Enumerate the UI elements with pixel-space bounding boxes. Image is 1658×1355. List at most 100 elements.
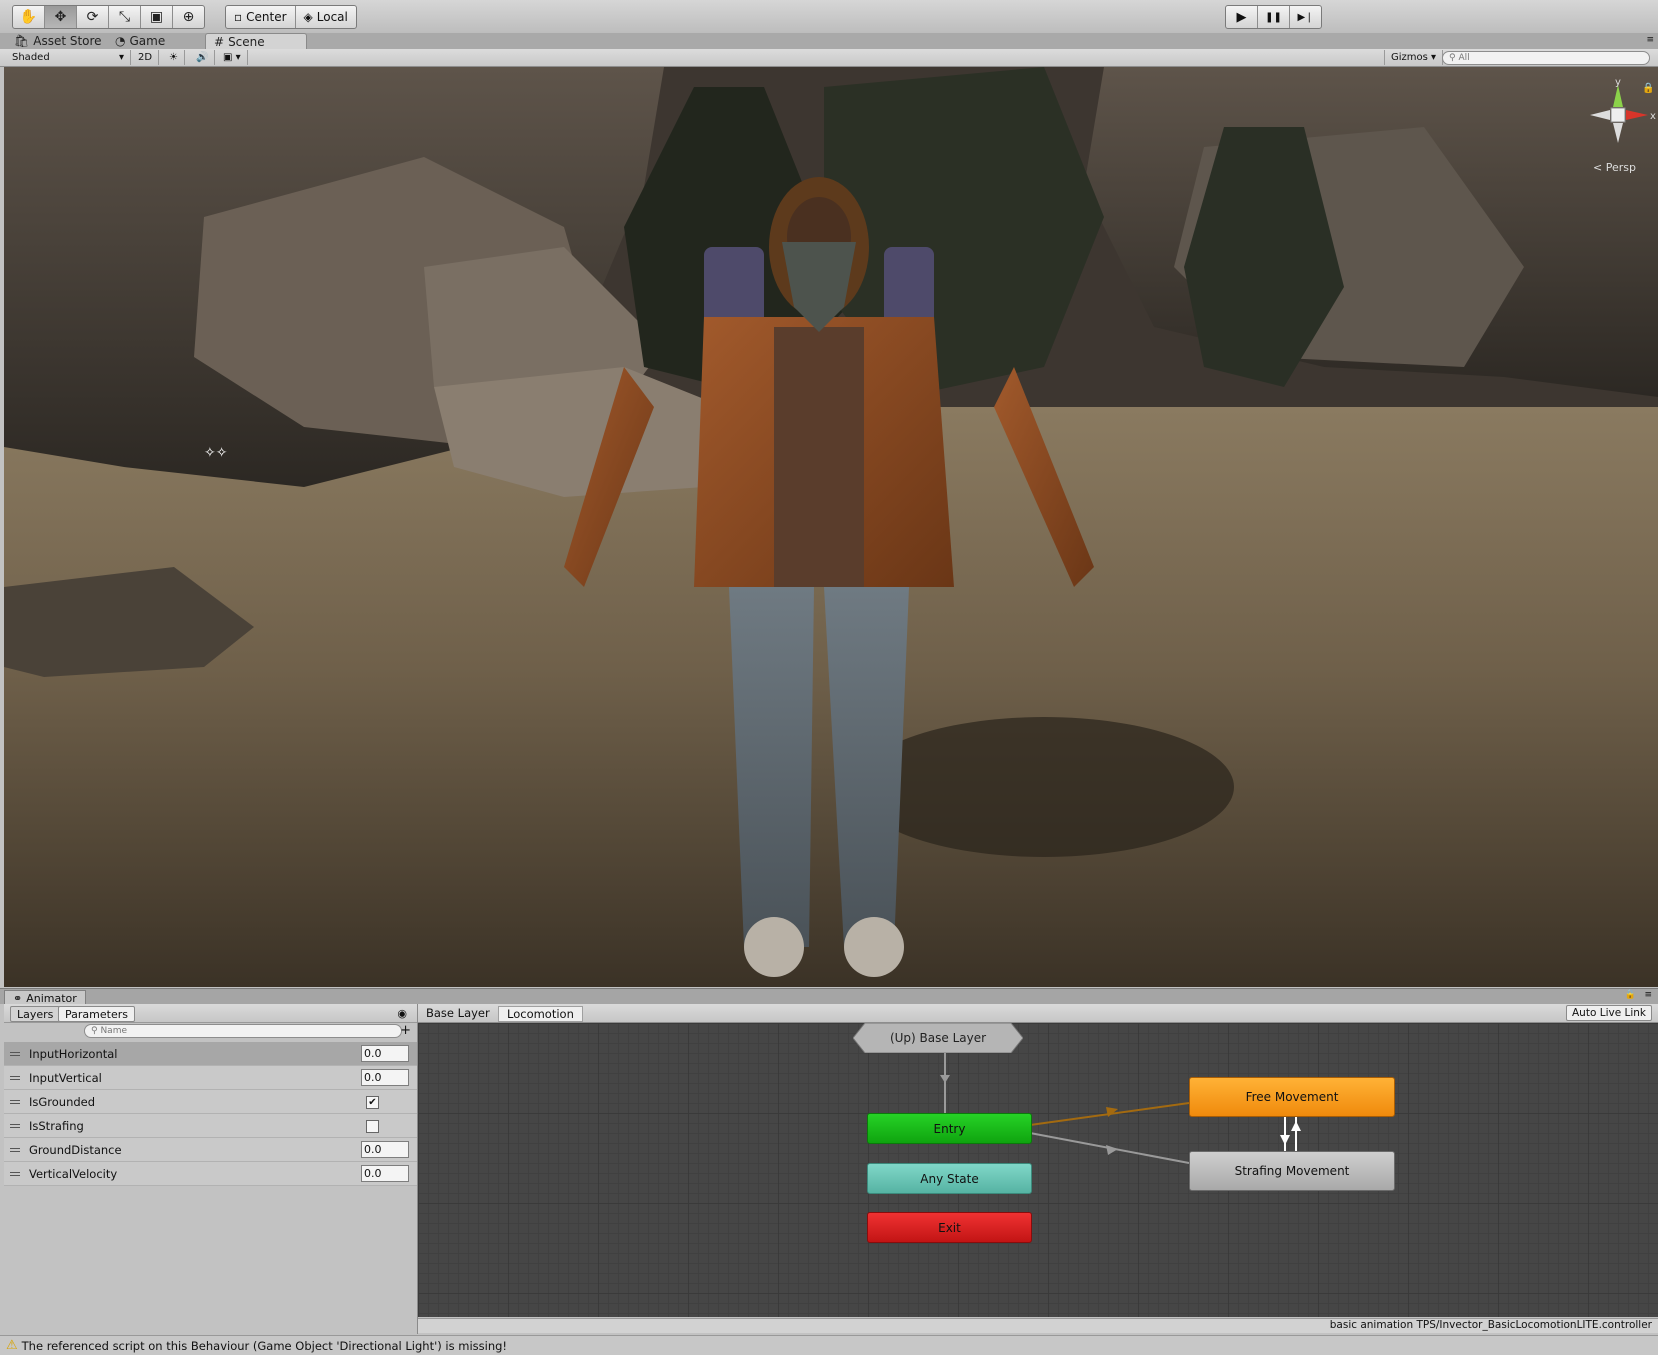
search-placeholder: Name — [100, 1026, 128, 1036]
tab-scene-label: Scene — [228, 34, 265, 49]
node-up-base-layer[interactable]: (Up) Base Layer — [853, 1023, 1023, 1053]
pivot-local-button[interactable]: ◈ Local — [296, 6, 356, 28]
drag-handle-icon[interactable] — [10, 1147, 20, 1152]
gizmos-dropdown[interactable]: Gizmos ▾ — [1384, 50, 1444, 65]
shading-mode-label: Shaded — [12, 52, 50, 63]
search-icon: ⚲ — [1449, 53, 1459, 63]
hand-tool-icon[interactable]: ✋ — [13, 6, 45, 28]
parameter-row[interactable]: VerticalVelocity 0.0 — [4, 1162, 417, 1186]
pivot-center-icon: ▫ — [234, 10, 243, 24]
pause-button[interactable]: ❚❚ — [1258, 6, 1290, 28]
eye-icon[interactable]: ◉ — [397, 1007, 407, 1020]
node-up-label: (Up) Base Layer — [889, 1031, 987, 1045]
parameter-name: IsGrounded — [29, 1094, 96, 1109]
gizmos-label: Gizmos — [1391, 52, 1428, 63]
search-icon: ⚲ — [91, 1026, 101, 1036]
parameter-row[interactable]: IsGrounded ✔ — [4, 1090, 417, 1114]
search-placeholder: All — [1458, 53, 1470, 63]
drag-handle-icon[interactable] — [10, 1099, 20, 1104]
parameter-name: VerticalVelocity — [29, 1166, 118, 1181]
mode-2d-toggle[interactable]: 2D — [132, 50, 160, 65]
status-bar[interactable]: ⚠ The referenced script on this Behaviou… — [0, 1335, 1658, 1355]
tab-asset-store[interactable]: 🛍 Asset Store — [6, 33, 110, 49]
transform-tools: ✋ ✥ ⟳ ⤡ ▣ ⊕ — [12, 5, 205, 29]
tab-layers[interactable]: Layers — [10, 1006, 61, 1022]
state-machine-graph[interactable]: (Up) Base Layer Entry Any State Exit Fre… — [418, 1023, 1658, 1317]
pivot-toggles: ▫ Center ◈ Local — [225, 5, 357, 29]
lighting-toggle-icon[interactable]: ☀ — [163, 50, 185, 65]
lock-icon: 🔒 — [1642, 82, 1654, 94]
scene-toolbar: Shaded ▾ 2D ☀ 🔊 ▣ ▾ Gizmos ▾ ⚲ All — [0, 49, 1658, 67]
breadcrumb-base-layer[interactable]: Base Layer — [418, 1006, 498, 1020]
pivot-local-label: Local — [316, 10, 348, 24]
grid-icon: # — [214, 34, 225, 49]
node-exit[interactable]: Exit — [867, 1212, 1032, 1243]
scale-tool-icon[interactable]: ⤡ — [109, 6, 141, 28]
play-controls: ▶ ❚❚ ▶❘ — [1225, 5, 1322, 29]
shading-mode-dropdown[interactable]: Shaded ▾ — [6, 50, 131, 65]
auto-live-link-toggle[interactable]: Auto Live Link — [1566, 1005, 1652, 1021]
dropdown-arrow-icon: ▾ — [1427, 52, 1437, 63]
parameter-value-field[interactable]: 0.0 — [361, 1141, 409, 1158]
node-free-movement[interactable]: Free Movement — [1189, 1077, 1395, 1117]
warning-icon: ⚠ — [6, 1338, 18, 1353]
tab-menu-icon[interactable]: ≡ — [1646, 35, 1654, 45]
drag-handle-icon[interactable] — [10, 1171, 20, 1176]
directional-light-gizmo: ✧✧ — [204, 445, 228, 461]
pivot-center-button[interactable]: ▫ Center — [226, 6, 296, 28]
parameter-checkbox[interactable] — [366, 1120, 379, 1133]
tab-game[interactable]: ◔ Game — [107, 33, 173, 49]
drag-handle-icon[interactable] — [10, 1123, 20, 1128]
audio-toggle-icon[interactable]: 🔊 — [190, 50, 216, 65]
drag-handle-icon[interactable] — [10, 1075, 20, 1080]
drag-handle-icon[interactable] — [10, 1051, 20, 1056]
lock-icon[interactable]: 🔒 — [1625, 990, 1636, 1000]
parameters-panel: Layers Parameters ◉ ⚲ Name + InputHorizo… — [4, 1004, 418, 1334]
parameter-row[interactable]: GroundDistance 0.0 — [4, 1138, 417, 1162]
step-button[interactable]: ▶❘ — [1290, 6, 1321, 28]
scene-search-input[interactable]: ⚲ All — [1442, 51, 1650, 65]
transform-tool-icon[interactable]: ⊕ — [173, 6, 204, 28]
rect-tool-icon[interactable]: ▣ — [141, 6, 173, 28]
axis-y-label: y — [1615, 77, 1621, 88]
parameter-name: InputHorizontal — [29, 1046, 118, 1061]
parameter-list: InputHorizontal 0.0 InputVertical 0.0 Is… — [4, 1042, 417, 1186]
effects-dropdown-icon[interactable]: ▣ ▾ — [217, 50, 248, 65]
dropdown-arrow-icon: ▾ — [118, 52, 124, 63]
projection-label[interactable]: < Persp — [1593, 161, 1636, 174]
tab-asset-store-label: Asset Store — [33, 34, 102, 48]
svg-text:✧✧: ✧✧ — [204, 445, 228, 461]
parameter-name: IsStrafing — [29, 1118, 84, 1133]
parameter-checkbox[interactable]: ✔ — [366, 1096, 379, 1109]
parameter-search-input[interactable]: ⚲ Name — [84, 1024, 402, 1038]
node-entry[interactable]: Entry — [867, 1113, 1032, 1144]
panel-menu-icon[interactable]: ≡ — [1644, 990, 1652, 1000]
parameter-row[interactable]: InputVertical 0.0 — [4, 1066, 417, 1090]
node-strafing-movement[interactable]: Strafing Movement — [1189, 1151, 1395, 1191]
tab-scene[interactable]: # Scene — [205, 33, 307, 49]
parameter-row[interactable]: IsStrafing — [4, 1114, 417, 1138]
status-message: The referenced script on this Behaviour … — [21, 1338, 508, 1353]
parameter-value-field[interactable]: 0.0 — [361, 1069, 409, 1086]
parameter-value-field[interactable]: 0.0 — [361, 1165, 409, 1182]
graph-breadcrumb-bar: Base Layer Locomotion Auto Live Link — [418, 1004, 1658, 1023]
pivot-center-label: Center — [246, 10, 287, 24]
rotate-tool-icon[interactable]: ⟳ — [77, 6, 109, 28]
editor-tabs: 🛍 Asset Store ◔ Game # Scene ≡ — [0, 33, 1658, 49]
move-tool-icon[interactable]: ✥ — [45, 6, 77, 28]
shopping-bag-icon: 🛍 — [14, 34, 30, 48]
play-button[interactable]: ▶ — [1226, 6, 1258, 28]
parameter-value-field[interactable]: 0.0 — [361, 1045, 409, 1062]
parameter-row[interactable]: InputHorizontal 0.0 — [4, 1042, 417, 1066]
breadcrumb-locomotion[interactable]: Locomotion — [498, 1006, 583, 1022]
add-parameter-icon[interactable]: + — [400, 1023, 411, 1038]
orientation-gizmo[interactable]: y x 🔒 — [1578, 75, 1658, 175]
main-toolbar: ✋ ✥ ⟳ ⤡ ▣ ⊕ ▫ Center ◈ Local ▶ ❚❚ ▶❘ — [0, 0, 1658, 34]
transitions-layer — [940, 1053, 1301, 1164]
animator-tab-label: Animator — [26, 991, 77, 1005]
tab-animator[interactable]: ⚭ Animator — [4, 990, 86, 1005]
node-any-state[interactable]: Any State — [867, 1163, 1032, 1194]
tab-parameters[interactable]: Parameters — [58, 1006, 135, 1022]
scene-viewport[interactable]: ✧✧ y x 🔒 < Persp — [4, 67, 1658, 987]
cube-icon: ◈ — [303, 10, 313, 24]
